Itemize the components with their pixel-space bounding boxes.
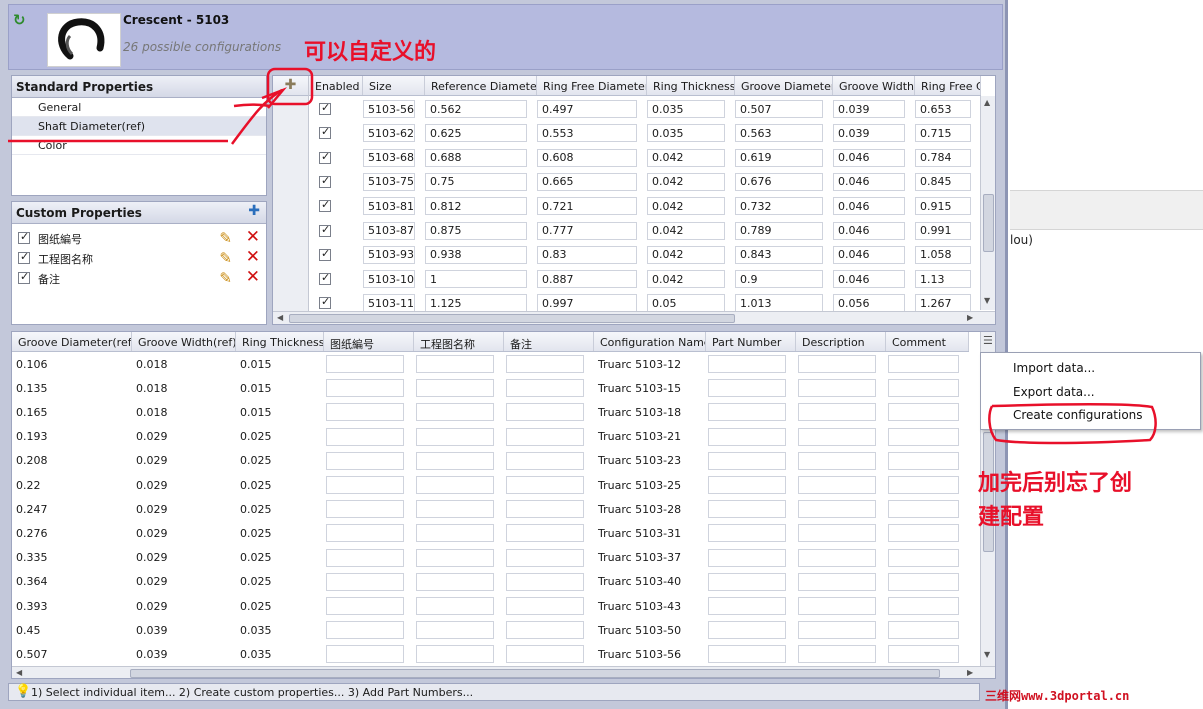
annotation-overlay	[8, 67, 1157, 445]
watermark: 三维网www.3dportal.cn	[985, 689, 1130, 703]
annotation-reminder-line1: 加完后别忘了创	[978, 471, 1133, 496]
annotation-circle-create-configurations	[988, 403, 1157, 445]
annotation-customizable: 可以自定义的	[304, 40, 437, 65]
annotation-stroke	[233, 103, 271, 108]
annotation-arrow	[230, 88, 283, 145]
annotation-reminder-line2: 建配置	[978, 505, 1045, 530]
